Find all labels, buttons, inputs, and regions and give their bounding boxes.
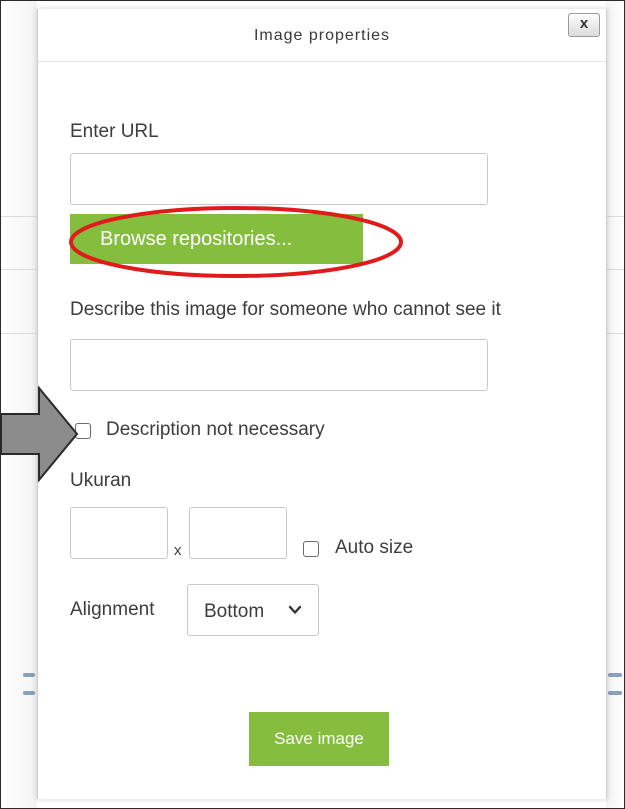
- close-button[interactable]: x: [568, 13, 600, 37]
- auto-size-label: Auto size: [335, 537, 414, 558]
- save-image-button[interactable]: Save image: [249, 712, 389, 766]
- background-page-right: [606, 1, 624, 808]
- alignment-select[interactable]: Bottom: [187, 584, 319, 636]
- description-not-necessary-label: Description not necessary: [106, 419, 325, 440]
- background-divider: [1, 216, 37, 217]
- chevron-down-icon: [288, 605, 302, 614]
- background-divider: [1, 333, 37, 334]
- description-input[interactable]: [70, 339, 488, 391]
- image-properties-dialog: Image properties x Enter URL Browse repo…: [37, 9, 607, 799]
- dialog-header: Image properties x: [38, 9, 606, 62]
- browse-repositories-button[interactable]: Browse repositories...: [70, 214, 363, 264]
- screenshot-frame: Image properties x Enter URL Browse repo…: [0, 0, 625, 809]
- background-element: [608, 673, 622, 677]
- alignment-label: Alignment: [70, 599, 155, 620]
- background-divider: [606, 269, 624, 270]
- url-input[interactable]: [70, 153, 488, 205]
- arrow-right-icon: [1, 386, 79, 482]
- size-label: Ukuran: [70, 470, 132, 491]
- background-element: [23, 691, 35, 695]
- background-divider: [606, 216, 624, 217]
- background-element: [23, 673, 35, 677]
- description-label: Describe this image for someone who cann…: [70, 299, 501, 320]
- close-icon: x: [579, 15, 589, 32]
- background-divider: [1, 269, 37, 270]
- height-input[interactable]: [189, 507, 287, 559]
- width-input[interactable]: [70, 507, 168, 559]
- dialog-title: Image properties: [253, 27, 391, 44]
- background-divider: [606, 333, 624, 334]
- alignment-selected-value: Bottom: [204, 601, 265, 622]
- url-label: Enter URL: [70, 121, 159, 142]
- size-separator: x: [174, 542, 182, 559]
- auto-size-checkbox[interactable]: [303, 541, 319, 557]
- background-element: [608, 691, 622, 695]
